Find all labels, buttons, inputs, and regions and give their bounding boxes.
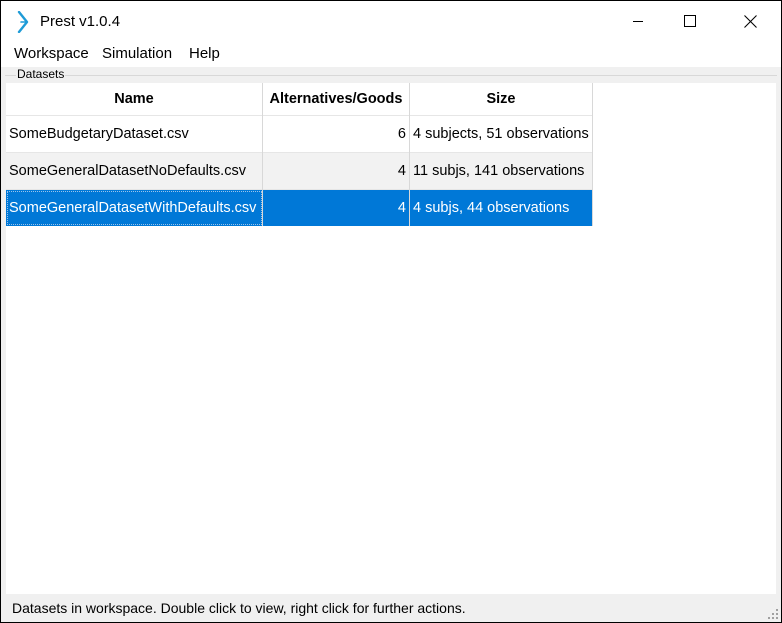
datasets-group: Datasets Name Alternatives/Goods Size So… xyxy=(1,67,781,594)
menu-workspace[interactable]: Workspace xyxy=(14,45,89,62)
cell-alternatives[interactable]: 4 xyxy=(262,189,410,226)
menu-bar: Workspace Simulation Help xyxy=(1,41,781,67)
minimize-icon xyxy=(633,21,643,22)
status-bar: Datasets in workspace. Double click to v… xyxy=(1,594,781,622)
cell-name[interactable]: SomeGeneralDatasetNoDefaults.csv xyxy=(6,152,263,190)
close-icon xyxy=(743,14,757,28)
group-border xyxy=(5,75,777,76)
cell-alternatives[interactable]: 6 xyxy=(262,115,410,153)
menu-help[interactable]: Help xyxy=(189,45,220,62)
cell-size[interactable]: 4 subjects, 51 observations xyxy=(409,115,593,153)
prest-logo-icon xyxy=(17,11,29,33)
menu-simulation[interactable]: Simulation xyxy=(102,45,172,62)
cell-name[interactable]: SomeBudgetaryDataset.csv xyxy=(6,115,263,153)
table-row-selected[interactable]: SomeGeneralDatasetWithDefaults.csv 4 4 s… xyxy=(6,189,593,226)
table-row[interactable]: SomeGeneralDatasetNoDefaults.csv 4 11 su… xyxy=(6,152,593,190)
title-bar[interactable]: Prest v1.0.4 xyxy=(1,1,781,41)
column-header-alternatives[interactable]: Alternatives/Goods xyxy=(262,83,410,116)
minimize-button[interactable] xyxy=(615,1,661,41)
resize-grip-icon[interactable] xyxy=(767,608,779,620)
cell-size[interactable]: 11 subjs, 141 observations xyxy=(409,152,593,190)
column-header-name[interactable]: Name xyxy=(6,83,263,116)
column-header-size[interactable]: Size xyxy=(409,83,593,116)
cell-alternatives[interactable]: 4 xyxy=(262,152,410,190)
maximize-button[interactable] xyxy=(667,1,713,41)
close-button[interactable] xyxy=(727,1,773,41)
window-title: Prest v1.0.4 xyxy=(40,13,121,30)
cell-name[interactable]: SomeGeneralDatasetWithDefaults.csv xyxy=(6,189,263,226)
datasets-table-area[interactable]: Name Alternatives/Goods Size SomeBudgeta… xyxy=(6,83,776,594)
table-row[interactable]: SomeBudgetaryDataset.csv 6 4 subjects, 5… xyxy=(6,115,593,153)
group-label: Datasets xyxy=(16,67,66,81)
datasets-table: Name Alternatives/Goods Size SomeBudgeta… xyxy=(6,83,593,226)
main-window: Prest v1.0.4 Workspace Simulation Help D… xyxy=(1,1,781,622)
maximize-icon xyxy=(684,15,696,27)
status-text: Datasets in workspace. Double click to v… xyxy=(12,600,466,616)
table-header-row: Name Alternatives/Goods Size xyxy=(6,83,593,116)
cell-size[interactable]: 4 subjs, 44 observations xyxy=(409,189,593,226)
